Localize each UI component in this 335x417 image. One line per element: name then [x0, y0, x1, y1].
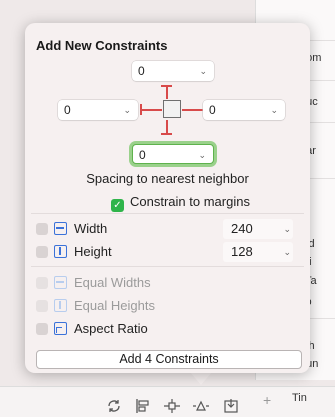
bottom-spacing-value: 0 — [139, 148, 146, 162]
bottom-spacing-field[interactable]: 0 ⌄ — [132, 144, 214, 164]
width-icon — [54, 222, 67, 235]
resolve-auto-layout-icon[interactable] — [192, 398, 210, 414]
equal-heights-label: Equal Heights — [74, 298, 155, 313]
left-strut[interactable] — [140, 109, 162, 111]
equal-heights-checkbox — [36, 300, 48, 312]
top-spacing-value: 0 — [138, 64, 145, 78]
width-constraint-row[interactable]: Width — [36, 220, 107, 238]
top-strut[interactable] — [166, 85, 168, 99]
popover-title: Add New Constraints — [36, 38, 168, 53]
aspect-ratio-icon — [54, 322, 67, 335]
top-spacing-field[interactable]: 0 ⌄ — [132, 61, 214, 81]
align-icon[interactable] — [134, 398, 152, 414]
update-frames-icon[interactable] — [105, 398, 123, 414]
height-value-field[interactable]: 128 ⌄ — [223, 242, 293, 262]
width-value: 240 — [231, 221, 253, 236]
popover-arrow — [190, 372, 212, 385]
embed-in-icon[interactable] — [222, 398, 240, 414]
width-checkbox[interactable] — [36, 223, 48, 235]
left-spacing-field[interactable]: 0 ⌄ — [58, 100, 138, 120]
chevron-down-icon: ⌄ — [199, 66, 207, 76]
add-icon[interactable]: + — [263, 392, 271, 408]
width-label: Width — [74, 221, 108, 236]
constrain-to-margins-label: Constrain to margins — [130, 194, 250, 209]
add-new-constraints-icon[interactable] — [163, 398, 181, 414]
view-box-icon — [163, 100, 181, 118]
equal-widths-row: Equal Widths — [36, 274, 151, 292]
equal-widths-checkbox — [36, 277, 48, 289]
add-constraints-popover: Add New Constraints 0 ⌄ 0 ⌄ 0 ⌄ 0 ⌄ Spac… — [25, 23, 310, 373]
aspect-ratio-checkbox[interactable] — [36, 323, 48, 335]
divider — [31, 213, 304, 214]
chevron-down-icon: ⌄ — [270, 105, 278, 115]
chevron-down-icon: ⌄ — [198, 150, 206, 160]
chevron-down-icon: ⌄ — [283, 247, 291, 257]
equal-heights-icon — [54, 299, 67, 312]
width-value-field[interactable]: 240 ⌄ — [223, 219, 293, 239]
height-checkbox[interactable] — [36, 246, 48, 258]
top-strut-cap — [161, 85, 172, 87]
chevron-down-icon: ⌄ — [123, 105, 131, 115]
height-value: 128 — [231, 244, 253, 259]
height-label: Height — [74, 244, 112, 259]
right-spacing-field[interactable]: 0 ⌄ — [203, 100, 285, 120]
constrain-to-margins-checkbox[interactable]: ✓ Constrain to margins — [111, 194, 250, 212]
right-strut[interactable] — [182, 109, 204, 111]
chevron-down-icon: ⌄ — [283, 224, 291, 234]
add-constraints-button[interactable]: Add 4 Constraints — [36, 350, 302, 369]
equal-widths-label: Equal Widths — [74, 275, 151, 290]
aspect-ratio-label: Aspect Ratio — [74, 321, 148, 336]
right-spacing-value: 0 — [209, 103, 216, 117]
spacing-label: Spacing to nearest neighbor — [86, 171, 249, 186]
bottom-strut[interactable] — [166, 120, 168, 134]
bottom-strut-cap — [161, 133, 172, 135]
height-icon — [54, 245, 67, 258]
left-spacing-value: 0 — [64, 103, 71, 117]
divider — [31, 266, 304, 267]
left-strut-cap — [140, 104, 142, 115]
equal-widths-icon — [54, 276, 67, 289]
checkmark-icon: ✓ — [111, 199, 124, 212]
equal-heights-row: Equal Heights — [36, 297, 155, 315]
height-constraint-row[interactable]: Height — [36, 243, 112, 261]
inspector-row: Tin — [292, 392, 307, 404]
aspect-ratio-row[interactable]: Aspect Ratio — [36, 320, 148, 338]
